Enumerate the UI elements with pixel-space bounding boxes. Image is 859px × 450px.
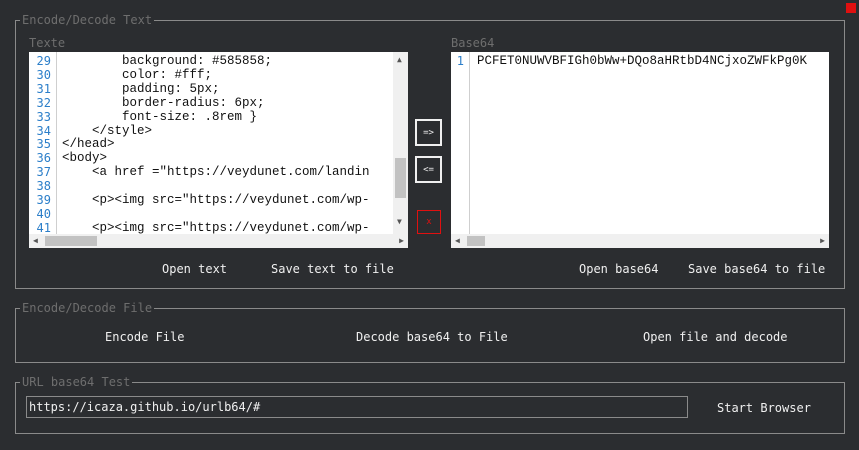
text-horizontal-scrollbar[interactable]: ◀ ▶ [29, 234, 408, 248]
scroll-up-arrow-icon[interactable]: ▲ [397, 55, 402, 65]
line-number: 34 [36, 123, 51, 138]
url-test-legend: URL base64 Test [20, 374, 133, 390]
line-number: 33 [36, 109, 51, 124]
clear-button[interactable]: x [417, 210, 441, 234]
text-horizontal-scroll-thumb[interactable] [45, 236, 97, 246]
open-and-decode-button[interactable]: Open file and decode [643, 330, 788, 344]
base64-horizontal-scroll-thumb[interactable] [467, 236, 485, 246]
encode-decode-text-legend: Encode/Decode Text [20, 12, 155, 28]
base64-line-number: 1 [456, 54, 464, 68]
close-window-button[interactable] [846, 3, 856, 13]
text-vertical-scrollbar[interactable]: ▲ ▼ [393, 52, 408, 234]
line-number: 31 [36, 81, 51, 96]
line-number: 41 [36, 220, 51, 235]
scroll-left-arrow-icon[interactable]: ◀ [33, 236, 38, 246]
scroll-left-arrow-icon[interactable]: ◀ [455, 236, 460, 246]
base64-editor[interactable]: 1 PCFET0NUWVBFIGh0bWw+DQo8aHRtbD4NCjxoZW… [451, 52, 829, 248]
scroll-down-arrow-icon[interactable]: ▼ [397, 217, 402, 227]
decode-arrow-button[interactable]: <= [415, 156, 442, 183]
scroll-right-arrow-icon[interactable]: ▶ [399, 236, 404, 246]
encode-decode-file-legend: Encode/Decode File [20, 300, 155, 316]
line-number: 38 [36, 179, 51, 194]
base64-horizontal-scrollbar[interactable]: ◀ ▶ [451, 234, 829, 248]
code-line: padding: 5px; [62, 81, 220, 96]
text-vertical-scroll-thumb[interactable] [395, 158, 406, 198]
scroll-right-arrow-icon[interactable]: ▶ [820, 236, 825, 246]
decode-to-file-button[interactable]: Decode base64 to File [356, 330, 508, 344]
encode-arrow-button[interactable]: => [415, 119, 442, 146]
line-number: 39 [36, 193, 51, 207]
code-line: <a href ="https://veydunet.com/landin [62, 165, 370, 180]
code-line: font-size: .8rem } [62, 109, 258, 124]
code-line: </style> [62, 123, 153, 138]
line-number: 29 [36, 54, 51, 68]
line-number: 37 [36, 165, 51, 180]
code-line: </head> [62, 137, 115, 152]
code-line: color: #fff; [62, 67, 213, 82]
line-number: 40 [36, 206, 51, 221]
base64-editor-gutter [451, 52, 470, 234]
line-number: 30 [36, 67, 51, 82]
open-base64-button[interactable]: Open base64 [579, 262, 658, 276]
base64-content: PCFET0NUWVBFIGh0bWw+DQo8aHRtbD4NCjxoZWFk… [477, 54, 808, 68]
base64-label: Base64 [451, 36, 495, 50]
code-line: <p><img src="https://veydunet.com/wp- [62, 220, 370, 235]
save-base64-button[interactable]: Save base64 to file [688, 262, 825, 276]
line-number: 32 [36, 95, 51, 110]
code-line: border-radius: 6px; [62, 95, 265, 110]
line-number: 36 [36, 151, 51, 166]
code-line: <body> [62, 151, 108, 166]
start-browser-button[interactable]: Start Browser [717, 401, 811, 415]
line-number: 35 [36, 137, 51, 152]
open-text-button[interactable]: Open text [162, 262, 227, 276]
text-label: Texte [29, 36, 66, 50]
encode-file-button[interactable]: Encode File [105, 330, 184, 344]
text-editor[interactable]: 29 background: #585858; 30 color: #fff; 31… [29, 52, 408, 248]
save-text-button[interactable]: Save text to file [271, 262, 394, 276]
code-line: background: #585858; [62, 54, 273, 68]
code-line: <p><img src="https://veydunet.com/wp- [62, 193, 370, 207]
url-input[interactable] [26, 396, 688, 418]
